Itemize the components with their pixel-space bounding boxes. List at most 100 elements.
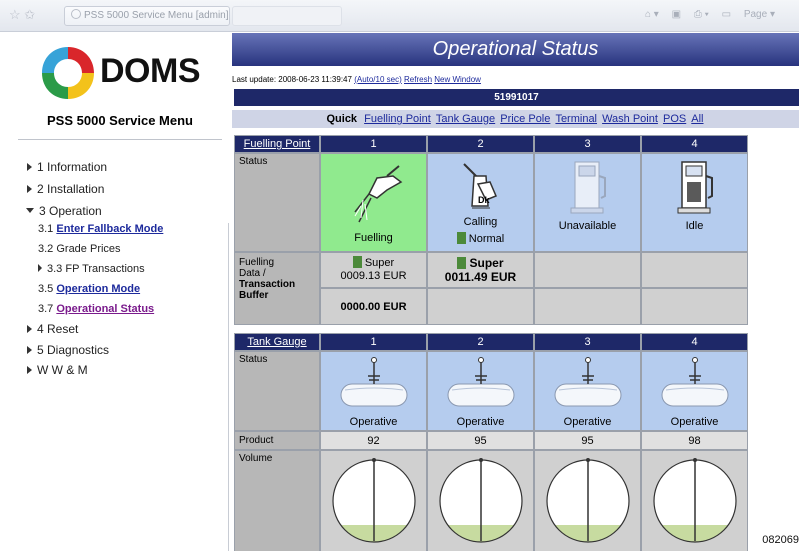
fp1-status-text: Fuelling: [354, 232, 393, 244]
menu-item-information[interactable]: 1 Information: [27, 160, 107, 174]
print-icon[interactable]: ⎙ ▾: [694, 9, 709, 20]
tg2-status-cell[interactable]: Operative: [427, 351, 534, 431]
tg4-product-cell: 98: [641, 431, 748, 450]
menu-item-reset[interactable]: 4 Reset: [27, 322, 78, 336]
menu-item-installation[interactable]: 2 Installation: [27, 182, 104, 196]
menu-item-label: 4 Reset: [37, 322, 79, 336]
menu-item-operational-status[interactable]: 3.7 Operational Status: [38, 303, 154, 315]
tg3-status-cell[interactable]: Operative: [534, 351, 641, 431]
fp4-data-cell: [641, 252, 748, 288]
station-id-bar: 51991017: [234, 89, 799, 106]
tg2-status-text: Operative: [456, 416, 505, 428]
menu-item-number: 3.1: [38, 223, 57, 235]
fp2-grade: Super: [428, 256, 533, 270]
menu-item-label: 1 Information: [37, 160, 108, 174]
fp1-buffer: 0000.00 EUR: [340, 301, 407, 313]
auto-refresh-link[interactable]: (Auto/10 sec): [354, 75, 402, 84]
page-menu[interactable]: ▭ Page ▾: [722, 9, 775, 20]
fp2-status-text: Calling: [463, 216, 498, 228]
tg3-product-cell: 95: [534, 431, 641, 450]
fp2-status-cell[interactable]: Dk Calling Normal: [427, 153, 534, 252]
tg1-status-text: Operative: [349, 416, 398, 428]
browser-tab[interactable]: PSS 5000 Service Menu [admin]: [64, 6, 230, 26]
fp1-status-cell[interactable]: Fuelling: [320, 153, 427, 252]
tg2-product-cell: 95: [427, 431, 534, 450]
quick-link-wash-point[interactable]: Wash Point: [602, 113, 658, 125]
menu-item-operation-mode[interactable]: 3.5 Operation Mode: [38, 283, 140, 295]
pump-idle-icon: [677, 161, 713, 214]
sidebar-menu: DOMS PSS 5000 Service Menu 1 Information…: [0, 33, 231, 551]
quick-link-all[interactable]: All: [691, 113, 703, 125]
svg-text:Dk: Dk: [478, 195, 490, 205]
tg1-status-cell[interactable]: Operative: [320, 351, 427, 431]
last-update-text: Last update: 2008-06-23 11:39:47: [232, 75, 352, 84]
fp-col-2: 2: [427, 135, 534, 153]
quick-label: Quick: [326, 113, 358, 125]
fp-col-4: 4: [641, 135, 748, 153]
fp1-grade: Super: [321, 256, 426, 269]
volume-gauge-icon: [546, 458, 630, 543]
quick-link-fuelling-point[interactable]: Fuelling Point: [364, 113, 431, 125]
menu-item-operation[interactable]: 3 Operation: [26, 204, 102, 218]
tg3-product: 95: [581, 435, 594, 447]
tank-gauge-header-link[interactable]: Tank Gauge: [247, 336, 306, 348]
fp2-data-cell: Super 0011.49 EUR: [427, 252, 534, 288]
menu-title: PSS 5000 Service Menu: [47, 113, 193, 128]
fp-col-3: 3: [534, 135, 641, 153]
main-content: Operational Status Last update: 2008-06-…: [232, 33, 799, 551]
menu-item-fp-transactions[interactable]: 3.3 FP Transactions: [38, 263, 145, 275]
refresh-link[interactable]: Refresh: [404, 75, 432, 84]
tg4-product: 98: [688, 435, 701, 447]
tg4-status-cell[interactable]: Operative: [641, 351, 748, 431]
fp-col-1: 1: [320, 135, 427, 153]
nozzle-calling-icon: Dk: [463, 163, 497, 209]
browser-tab-title: PSS 5000 Service Menu [admin]: [84, 10, 229, 21]
fp2-status-sub: Normal: [428, 232, 533, 245]
operational-status-link[interactable]: Operational Status: [56, 303, 154, 315]
expand-icon: [27, 346, 32, 354]
tg-col-1: 1: [320, 333, 427, 351]
new-window-link[interactable]: New Window: [434, 75, 481, 84]
tank-icon: [661, 357, 729, 407]
page-title: Operational Status: [232, 33, 799, 66]
fp1-data-cell: Super 0009.13 EUR: [320, 252, 427, 288]
quick-link-terminal[interactable]: Terminal: [555, 113, 597, 125]
home-icon[interactable]: ⌂ ▾: [645, 9, 659, 20]
tg-col-4: 4: [641, 333, 748, 351]
volume-gauge-icon: [332, 458, 416, 543]
fp-data-label-4: Buffer: [239, 290, 269, 301]
menu-item-wwm[interactable]: W W & M: [27, 363, 88, 377]
favorites-star-icon[interactable]: ☆ ✩: [9, 7, 35, 23]
menu-item-fallback-mode[interactable]: 3.1 Enter Fallback Mode: [38, 223, 163, 235]
fuelling-point-header: Fuelling Point: [234, 135, 320, 153]
tg4-status-text: Operative: [670, 416, 719, 428]
quick-link-price-pole[interactable]: Price Pole: [500, 113, 550, 125]
menu-item-grade-prices[interactable]: 3.2 Grade Prices: [38, 243, 121, 255]
fuelling-point-header-link[interactable]: Fuelling Point: [244, 138, 311, 150]
fp-data-label-2: Data /: [239, 268, 266, 279]
tg1-product: 92: [367, 435, 380, 447]
tg-col-2: 2: [427, 333, 534, 351]
quick-link-tank-gauge[interactable]: Tank Gauge: [436, 113, 495, 125]
tg3-volume-cell: [534, 450, 641, 551]
menu-item-diagnostics[interactable]: 5 Diagnostics: [27, 343, 109, 357]
operation-mode-link[interactable]: Operation Mode: [56, 283, 140, 295]
feeds-icon[interactable]: ▣: [672, 9, 681, 20]
fp-data-label-3: Transaction: [239, 279, 296, 290]
quick-link-pos[interactable]: POS: [663, 113, 686, 125]
expand-icon: [27, 163, 32, 171]
fp4-status-cell[interactable]: Idle: [641, 153, 748, 252]
fallback-mode-link[interactable]: Enter Fallback Mode: [56, 223, 163, 235]
browser-tools: ⌂ ▾ ▣ ⎙ ▾ ▭ Page ▾: [635, 9, 775, 20]
new-tab-button[interactable]: [232, 6, 342, 26]
fp3-data-cell: [534, 252, 641, 288]
tg1-product-cell: 92: [320, 431, 427, 450]
menu-item-label: 2 Installation: [37, 182, 105, 196]
expand-icon: [27, 185, 32, 193]
volume-gauge-icon: [653, 458, 737, 543]
volume-gauge-icon: [439, 458, 523, 543]
logo-text: DOMS: [100, 52, 201, 90]
fp3-status-cell[interactable]: Unavailable: [534, 153, 641, 252]
menu-item-number: 3.7: [38, 303, 57, 315]
fp1-grade-text: Super: [364, 257, 395, 269]
